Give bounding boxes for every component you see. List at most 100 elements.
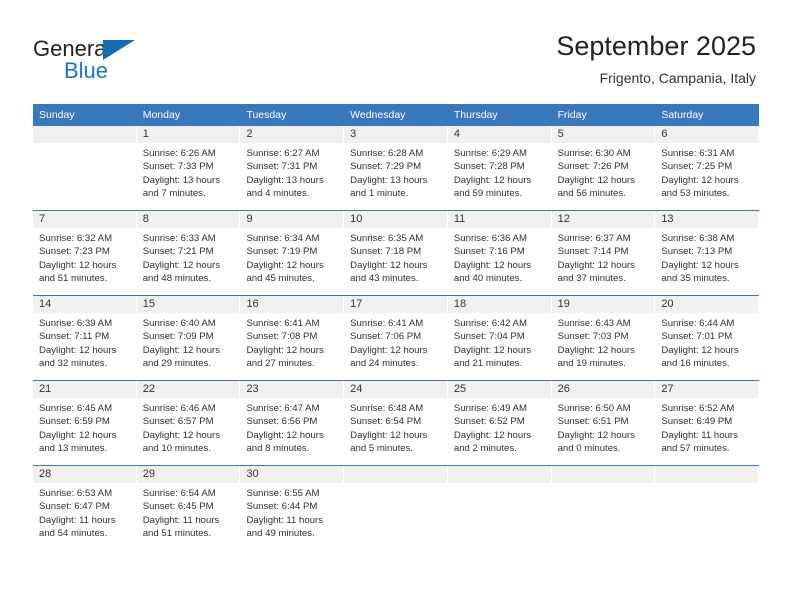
day-cell[interactable]: 13 Sunrise: 6:38 AM Sunset: 7:13 PM Dayligh… — [655, 211, 760, 295]
day-number: 11 — [447, 211, 551, 228]
day-cell[interactable]: 1 Sunrise: 6:26 AM Sunset: 7:33 PM Daylight… — [136, 126, 241, 210]
day-detail-line: Sunset: 7:11 PM — [39, 331, 110, 343]
day-number — [447, 466, 551, 483]
day-detail-line: Sunrise: 6:34 AM — [246, 233, 320, 244]
day-cell[interactable]: 30 Sunrise: 6:55 AM Sunset: 6:44 PM Dayligh… — [240, 466, 345, 550]
day-detail-line: and 51 minutes. — [39, 273, 108, 285]
day-cell[interactable]: 27 Sunrise: 6:52 AM Sunset: 6:49 PM Dayligh… — [655, 381, 760, 465]
day-detail-line: and 43 minutes. — [350, 273, 419, 285]
day-details: Sunrise: 6:50 AM Sunset: 6:51 PM Daylight:… — [552, 398, 655, 465]
day-number: 30 — [240, 466, 344, 483]
day-details: Sunrise: 6:40 AM Sunset: 7:09 PM Daylight:… — [137, 313, 240, 380]
day-detail-line: Sunrise: 6:33 AM — [142, 233, 216, 244]
day-cell[interactable]: 14 Sunrise: 6:39 AM Sunset: 7:11 PM Dayligh… — [33, 296, 137, 380]
weekday-header-friday: Friday — [557, 109, 587, 121]
day-detail-line: and 37 minutes. — [557, 273, 626, 285]
calendar-weeks: 1 Sunrise: 6:26 AM Sunset: 7:33 PM Daylight… — [33, 126, 760, 550]
weekday-header-thursday: Thursday — [453, 109, 498, 121]
day-detail-line: Sunrise: 6:29 AM — [453, 148, 527, 159]
calendar-grid: Sunday Monday Tuesday Wednesday Thursday Frid… — [33, 104, 760, 550]
day-cell[interactable]: 24 Sunrise: 6:48 AM Sunset: 6:54 PM Dayligh… — [344, 381, 448, 465]
day-number — [33, 126, 136, 143]
calendar-week-row: 14 Sunrise: 6:39 AM Sunset: 7:11 PM Dayligh… — [33, 295, 760, 380]
day-detail-line: Daylight: 12 hours — [246, 344, 324, 356]
day-detail-line: Sunrise: 6:46 AM — [142, 403, 216, 414]
day-detail-line: Sunset: 7:14 PM — [557, 246, 629, 258]
day-detail-line: Sunset: 6:51 PM — [557, 416, 629, 428]
day-detail-line: Daylight: 12 hours — [39, 259, 117, 271]
day-number: 21 — [33, 381, 136, 398]
day-details: Sunrise: 6:29 AM Sunset: 7:28 PM Daylight:… — [448, 143, 551, 210]
day-detail-line: Sunset: 6:47 PM — [39, 501, 110, 513]
day-detail-line: Sunset: 7:29 PM — [350, 161, 422, 173]
day-cell[interactable]: 7 Sunrise: 6:32 AM Sunset: 7:23 PM Daylight… — [33, 211, 137, 295]
day-details: Sunrise: 6:33 AM Sunset: 7:21 PM Daylight:… — [137, 228, 240, 295]
day-cell[interactable]: 29 Sunrise: 6:54 AM Sunset: 6:45 PM Dayligh… — [136, 466, 241, 550]
weekday-header-tuesday: Tuesday — [246, 109, 287, 121]
day-detail-line: and 7 minutes. — [142, 188, 206, 200]
day-details: Sunrise: 6:43 AM Sunset: 7:03 PM Daylight:… — [552, 313, 655, 380]
day-cell[interactable]: 18 Sunrise: 6:42 AM Sunset: 7:04 PM Dayligh… — [447, 296, 552, 380]
day-cell[interactable]: 9 Sunrise: 6:34 AM Sunset: 7:19 PM Daylight… — [240, 211, 345, 295]
day-cell[interactable]: 3 Sunrise: 6:28 AM Sunset: 7:29 PM Daylight… — [344, 126, 448, 210]
day-number — [655, 466, 759, 483]
day-cell[interactable]: 8 Sunrise: 6:33 AM Sunset: 7:21 PM Daylight… — [136, 211, 241, 295]
day-detail-line: and 13 minutes. — [39, 443, 108, 455]
day-details — [552, 483, 655, 550]
day-cell[interactable]: 25 Sunrise: 6:49 AM Sunset: 6:52 PM Dayligh… — [447, 381, 552, 465]
day-details: Sunrise: 6:41 AM Sunset: 7:08 PM Daylight:… — [240, 313, 343, 380]
day-cell[interactable]: 2 Sunrise: 6:27 AM Sunset: 7:31 PM Daylight… — [240, 126, 345, 210]
day-details: Sunrise: 6:27 AM Sunset: 7:31 PM Daylight:… — [240, 143, 343, 210]
day-detail-line: Daylight: 13 hours — [142, 174, 221, 186]
day-cell[interactable]: 5 Sunrise: 6:30 AM Sunset: 7:26 PM Daylight… — [551, 126, 656, 210]
day-number: 27 — [655, 381, 759, 398]
day-cell[interactable]: 28 Sunrise: 6:53 AM Sunset: 6:47 PM Dayligh… — [33, 466, 137, 550]
day-cell[interactable]: 4 Sunrise: 6:29 AM Sunset: 7:28 PM Daylight… — [447, 126, 552, 210]
day-details: Sunrise: 6:41 AM Sunset: 7:06 PM Daylight:… — [344, 313, 447, 380]
day-number: 25 — [447, 381, 551, 398]
day-details: Sunrise: 6:44 AM Sunset: 7:01 PM Daylight:… — [655, 313, 758, 380]
day-cell[interactable]: 11 Sunrise: 6:36 AM Sunset: 7:16 PM Dayligh… — [447, 211, 552, 295]
day-details: Sunrise: 6:37 AM Sunset: 7:14 PM Daylight:… — [552, 228, 655, 295]
day-number: 7 — [33, 211, 136, 228]
day-detail-line: Daylight: 13 hours — [350, 174, 428, 186]
day-cell[interactable]: 20 Sunrise: 6:44 AM Sunset: 7:01 PM Dayligh… — [655, 296, 760, 380]
day-detail-line: Sunrise: 6:42 AM — [453, 318, 527, 329]
day-detail-line: Daylight: 12 hours — [661, 259, 739, 271]
day-details: Sunrise: 6:28 AM Sunset: 7:29 PM Daylight:… — [344, 143, 447, 210]
page-title: September 2025 — [556, 31, 756, 61]
day-details: Sunrise: 6:39 AM Sunset: 7:11 PM Daylight:… — [33, 313, 136, 380]
day-detail-line: Sunset: 7:25 PM — [661, 161, 733, 173]
day-cell[interactable]: 16 Sunrise: 6:41 AM Sunset: 7:08 PM Dayligh… — [240, 296, 345, 380]
day-detail-line: Sunrise: 6:48 AM — [350, 403, 424, 414]
day-cell[interactable]: 23 Sunrise: 6:47 AM Sunset: 6:56 PM Dayligh… — [240, 381, 345, 465]
day-cell[interactable]: 6 Sunrise: 6:31 AM Sunset: 7:25 PM Daylight… — [655, 126, 760, 210]
day-number: 6 — [655, 126, 759, 143]
day-detail-line: and 48 minutes. — [142, 273, 211, 285]
day-number: 15 — [136, 296, 240, 313]
calendar-week-row: 7 Sunrise: 6:32 AM Sunset: 7:23 PM Daylight… — [33, 210, 760, 295]
day-number — [551, 466, 655, 483]
day-cell[interactable]: 19 Sunrise: 6:43 AM Sunset: 7:03 PM Dayligh… — [551, 296, 656, 380]
day-cell[interactable]: 26 Sunrise: 6:50 AM Sunset: 6:51 PM Dayligh… — [551, 381, 656, 465]
day-detail-line: Sunrise: 6:26 AM — [142, 148, 216, 159]
day-details: Sunrise: 6:32 AM Sunset: 7:23 PM Daylight:… — [33, 228, 136, 295]
day-detail-line: Daylight: 13 hours — [246, 174, 324, 186]
day-cell[interactable]: 21 Sunrise: 6:45 AM Sunset: 6:59 PM Dayligh… — [33, 381, 137, 465]
day-number: 9 — [240, 211, 344, 228]
day-cell[interactable]: 10 Sunrise: 6:35 AM Sunset: 7:18 PM Dayligh… — [344, 211, 448, 295]
day-cell-empty — [344, 466, 448, 550]
day-cell[interactable]: 12 Sunrise: 6:37 AM Sunset: 7:14 PM Dayligh… — [551, 211, 656, 295]
day-detail-line: Sunrise: 6:31 AM — [661, 148, 735, 159]
day-cell[interactable]: 22 Sunrise: 6:46 AM Sunset: 6:57 PM Dayligh… — [136, 381, 241, 465]
day-details: Sunrise: 6:35 AM Sunset: 7:18 PM Daylight:… — [344, 228, 447, 295]
day-cell[interactable]: 17 Sunrise: 6:41 AM Sunset: 7:06 PM Dayligh… — [344, 296, 448, 380]
weekday-header-row: Sunday Monday Tuesday Wednesday Thursday Frid… — [33, 104, 759, 126]
day-details: Sunrise: 6:45 AM Sunset: 6:59 PM Daylight:… — [33, 398, 136, 465]
day-cell[interactable]: 15 Sunrise: 6:40 AM Sunset: 7:09 PM Dayligh… — [136, 296, 241, 380]
day-number: 26 — [551, 381, 655, 398]
day-detail-line: Daylight: 12 hours — [350, 259, 428, 271]
calendar-page: General Blue September 2025 Frigento, Ca… — [0, 0, 792, 612]
day-details: Sunrise: 6:26 AM Sunset: 7:33 PM Daylight:… — [137, 143, 240, 210]
day-detail-line: Sunset: 7:01 PM — [661, 331, 733, 343]
